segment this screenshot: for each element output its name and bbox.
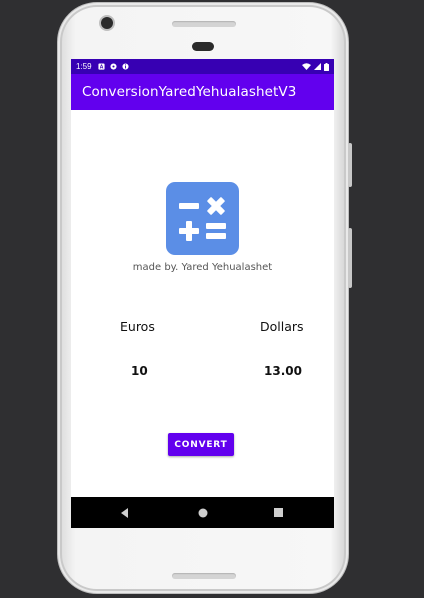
- recents-button[interactable]: [258, 497, 298, 528]
- app-bar: ConversionYaredYehualashetV3: [71, 74, 334, 110]
- recents-icon: [273, 508, 283, 517]
- battery-icon: [324, 62, 329, 71]
- signal-icon: [314, 63, 321, 70]
- euros-value[interactable]: 10: [131, 364, 148, 378]
- status-time: 1:59: [76, 62, 92, 71]
- dollars-value: 13.00: [264, 364, 302, 378]
- device-screen: 1:59 A ConversionYaredYehualashetV3 made…: [71, 59, 334, 528]
- navigation-bar: [71, 497, 334, 528]
- bottom-speaker-grille: [172, 573, 236, 579]
- svg-text:A: A: [99, 65, 103, 70]
- calculator-icon: [166, 182, 239, 255]
- back-button[interactable]: [105, 497, 145, 528]
- convert-button[interactable]: CONVERT: [168, 433, 234, 456]
- euros-label: Euros: [120, 319, 155, 334]
- home-icon: [198, 508, 208, 517]
- status-indicators: [302, 62, 329, 71]
- a-notification-icon: A: [98, 63, 105, 70]
- home-button[interactable]: [183, 497, 223, 528]
- dollars-label: Dollars: [260, 319, 304, 334]
- volume-button: [348, 228, 352, 288]
- status-bar: 1:59 A: [71, 59, 334, 74]
- wifi-icon: [302, 63, 311, 70]
- app-title: ConversionYaredYehualashetV3: [82, 84, 297, 100]
- earpiece: [192, 42, 214, 51]
- top-speaker-grille: [172, 21, 236, 27]
- power-button: [348, 143, 352, 187]
- chat-notification-icon: [110, 63, 117, 70]
- info-notification-icon: [122, 63, 129, 70]
- front-camera: [101, 17, 113, 29]
- back-icon: [121, 507, 128, 518]
- credit-text: made by. Yared Yehualashet: [132, 262, 273, 273]
